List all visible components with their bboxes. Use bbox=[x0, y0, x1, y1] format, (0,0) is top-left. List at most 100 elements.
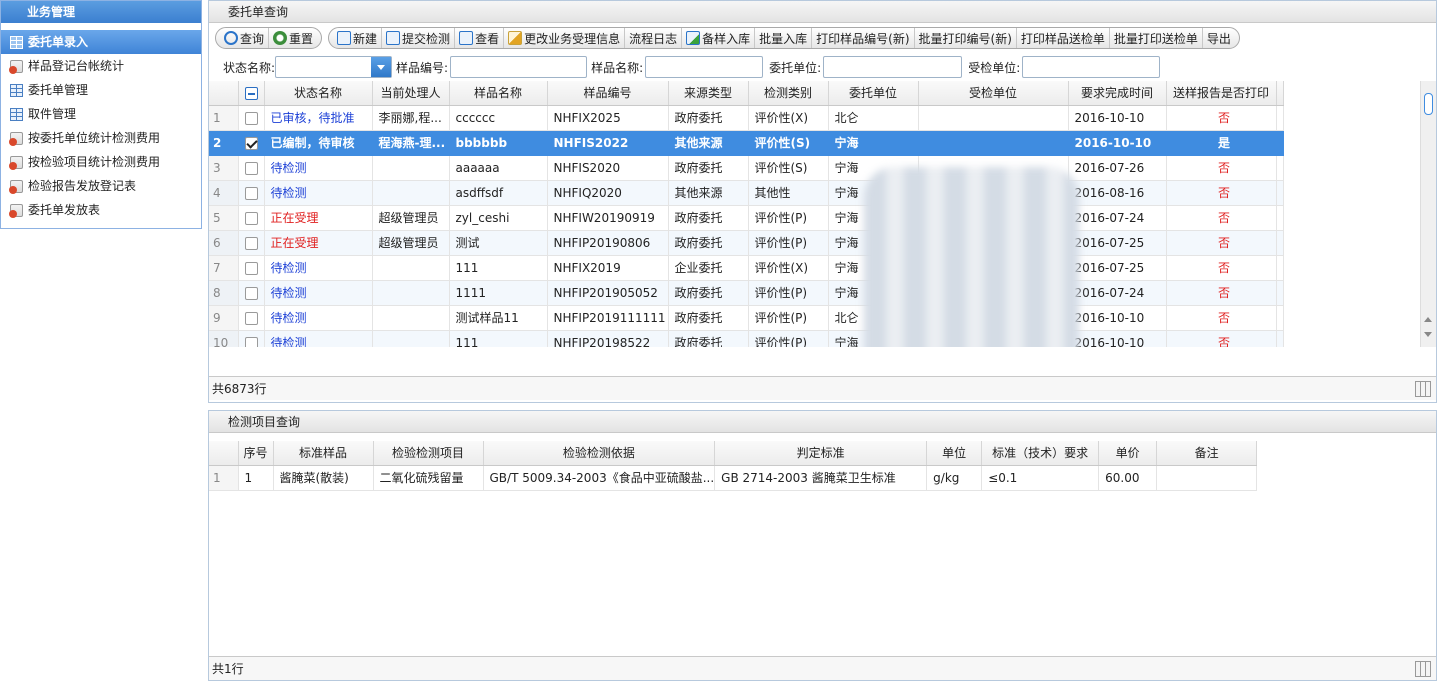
sidebar-menu: 委托单录入 样品登记台帐统计 委托单管理 取件管理 按委托单位统计检测费用 按检验项目统计… bbox=[1, 30, 201, 222]
report-icon bbox=[9, 59, 23, 74]
column-header[interactable]: 单位 bbox=[926, 441, 983, 466]
column-settings-icon[interactable] bbox=[1415, 381, 1431, 397]
row-checkbox[interactable] bbox=[244, 211, 258, 225]
toolbar-button[interactable]: 批量入库 bbox=[754, 28, 811, 48]
toolbar-button[interactable]: 查看 bbox=[454, 28, 503, 48]
sidebar-item[interactable]: 按委托单位统计检测费用 bbox=[1, 126, 201, 150]
column-header[interactable]: 检验检测依据 bbox=[483, 441, 716, 466]
row-select-cell[interactable] bbox=[238, 180, 265, 206]
row-select-cell[interactable] bbox=[238, 230, 265, 256]
row-checkbox[interactable] bbox=[244, 136, 258, 150]
toolbar-button[interactable]: 备样入库 bbox=[681, 28, 754, 48]
column-header[interactable]: 送样报告是否打印 bbox=[1166, 81, 1277, 106]
grid-icon bbox=[10, 107, 23, 121]
chevron-down-icon[interactable] bbox=[371, 57, 392, 77]
column-header[interactable]: 判定标准 bbox=[714, 441, 928, 466]
sidebar-item[interactable]: 委托单发放表 bbox=[1, 198, 201, 222]
toolbar-button[interactable]: 打印样品送检单 bbox=[1015, 28, 1109, 48]
select-all-checkbox[interactable] bbox=[244, 86, 258, 100]
test-item-table: 序号 标准样品 检验检测项目 检验检测依据 判定标准 单位 标准（技术）要求 单价 备注 11酱… bbox=[209, 441, 1258, 491]
row-select-cell[interactable] bbox=[238, 155, 265, 181]
column-settings-icon[interactable] bbox=[1415, 661, 1431, 677]
row-select-cell[interactable] bbox=[238, 255, 265, 281]
column-header[interactable]: 检验检测项目 bbox=[373, 441, 484, 466]
column-header[interactable]: 要求完成时间 bbox=[1068, 81, 1167, 106]
row-checkbox[interactable] bbox=[244, 161, 258, 175]
column-header[interactable]: 备注 bbox=[1156, 441, 1258, 466]
sidebar-item[interactable]: 取件管理 bbox=[1, 102, 201, 126]
sidebar-item[interactable]: 样品登记台帐统计 bbox=[1, 54, 201, 78]
scroll-up-icon[interactable] bbox=[1424, 317, 1432, 322]
filler-cell bbox=[1276, 155, 1284, 181]
table-row[interactable]: 9 待检测 测试样品11 NHFIP2019111111 政府委托 评价性(P) 北仑 201… bbox=[209, 305, 1284, 331]
column-header[interactable]: 来源类型 bbox=[668, 81, 749, 106]
due-cell: 2016-10-10 bbox=[1068, 305, 1167, 331]
column-header[interactable]: 检测类别 bbox=[748, 81, 829, 106]
table-row[interactable]: 4 待检测 asdffsdf NHFIQ2020 其他来源 其他性 宁海 2016-08-16… bbox=[209, 180, 1284, 206]
row-select-cell[interactable] bbox=[238, 280, 265, 306]
row-number: 2 bbox=[209, 130, 239, 156]
table-row[interactable]: 3 待检测 aaaaaa NHFIS2020 政府委托 评价性(S) 宁海 2016-07-2… bbox=[209, 155, 1284, 181]
toolbar-button[interactable]: 新建 bbox=[333, 28, 381, 48]
toolbar-button[interactable]: 更改业务受理信息 bbox=[503, 28, 624, 48]
scrollbar-thumb[interactable] bbox=[1424, 93, 1433, 115]
column-header[interactable]: 状态名称 bbox=[264, 81, 373, 106]
toolbar-button[interactable]: 提交检测 bbox=[381, 28, 454, 48]
column-header[interactable]: 当前处理人 bbox=[372, 81, 450, 106]
row-select-cell[interactable] bbox=[238, 105, 265, 131]
sidebar-item[interactable]: 检验报告发放登记表 bbox=[1, 174, 201, 198]
toolbar-button[interactable]: 批量打印编号(新) bbox=[913, 28, 1016, 48]
row-checkbox[interactable] bbox=[244, 261, 258, 275]
report-icon bbox=[9, 179, 23, 194]
column-header[interactable]: 单价 bbox=[1098, 441, 1158, 466]
table-row[interactable]: 1 已审核，待批准 李丽娜,程... cccccc NHFIX2025 政府委托 评价性(X… bbox=[209, 105, 1284, 131]
handler-cell: 超级管理员 bbox=[372, 230, 450, 256]
column-header[interactable]: 标准（技术）要求 bbox=[981, 441, 1100, 466]
sidebar-item[interactable]: 委托单录入 bbox=[1, 30, 201, 54]
table-row[interactable]: 7 待检测 111 NHFIX2019 企业委托 评价性(X) 宁海 2016-07-25 否 bbox=[209, 255, 1284, 281]
toolbar-button[interactable]: 批量打印送检单 bbox=[1108, 28, 1202, 48]
row-checkbox[interactable] bbox=[244, 336, 258, 347]
toolbar-button[interactable]: 导出 bbox=[1201, 28, 1235, 48]
row-select-cell[interactable] bbox=[238, 130, 265, 156]
table-row[interactable]: 8 待检测 1111 NHFIP201905052 政府委托 评价性(P) 宁海 2016-0… bbox=[209, 280, 1284, 306]
row-checkbox[interactable] bbox=[244, 236, 258, 250]
sample-no-input[interactable] bbox=[450, 56, 588, 78]
printed-cell: 否 bbox=[1166, 180, 1277, 206]
inspected-input[interactable] bbox=[1022, 56, 1161, 78]
row-select-cell[interactable] bbox=[238, 305, 265, 331]
sample-name-input[interactable] bbox=[645, 56, 764, 78]
column-header[interactable]: 序号 bbox=[238, 441, 274, 466]
table-row[interactable]: 6 正在受理 超级管理员 测试 NHFIP20190806 政府委托 评价性(P) 宁海 201… bbox=[209, 230, 1284, 256]
row-checkbox[interactable] bbox=[244, 311, 258, 325]
column-header[interactable]: 标准样品 bbox=[273, 441, 374, 466]
toolbar-button[interactable]: 打印样品编号(新) bbox=[811, 28, 913, 48]
sidebar-item[interactable]: 按检验项目统计检测费用 bbox=[1, 150, 201, 174]
toolbar-button[interactable]: 流程日志 bbox=[624, 28, 681, 48]
column-header[interactable]: 受检单位 bbox=[918, 81, 1069, 106]
row-select-cell[interactable] bbox=[238, 205, 265, 231]
column-header[interactable]: 样品编号 bbox=[547, 81, 669, 106]
table-row[interactable]: 5 正在受理 超级管理员 zyl_ceshi NHFIW20190919 政府委托 评价性(… bbox=[209, 205, 1284, 231]
column-header[interactable]: 样品名称 bbox=[449, 81, 548, 106]
column-header[interactable]: 委托单位 bbox=[828, 81, 919, 106]
table-row[interactable]: 10 待检测 111 NHFIP20198522 政府委托 评价性(P) 宁海 2016-10… bbox=[209, 330, 1284, 347]
item-cell: 二氧化硫残留量 bbox=[373, 465, 484, 491]
client-input[interactable] bbox=[823, 56, 963, 78]
vertical-scrollbar[interactable] bbox=[1420, 81, 1436, 347]
toolbar-button-label: 更改业务受理信息 bbox=[524, 31, 621, 46]
row-checkbox[interactable] bbox=[244, 186, 258, 200]
toolbar-button[interactable]: 重置 bbox=[268, 28, 317, 48]
table-row[interactable]: 2 已编制，待审核 程海燕-理... bbbbbb NHFIS2022 其他来源 评价性(S… bbox=[209, 130, 1284, 156]
table-row[interactable]: 1 1 酱腌菜(散装) 二氧化硫残留量 GB/T 5009.34-2003《食品中亚硫酸… bbox=[209, 465, 1258, 491]
sidebar-item[interactable]: 委托单管理 bbox=[1, 78, 201, 102]
toolbar-button[interactable]: 查询 bbox=[220, 28, 268, 48]
status-select[interactable] bbox=[275, 56, 393, 78]
scroll-down-icon[interactable] bbox=[1424, 332, 1432, 337]
row-select-cell[interactable] bbox=[238, 330, 265, 347]
row-checkbox[interactable] bbox=[244, 286, 258, 300]
handler-cell bbox=[372, 305, 450, 331]
select-all-header[interactable] bbox=[238, 81, 265, 106]
inspected-cell bbox=[918, 130, 1069, 156]
row-checkbox[interactable] bbox=[244, 111, 258, 125]
